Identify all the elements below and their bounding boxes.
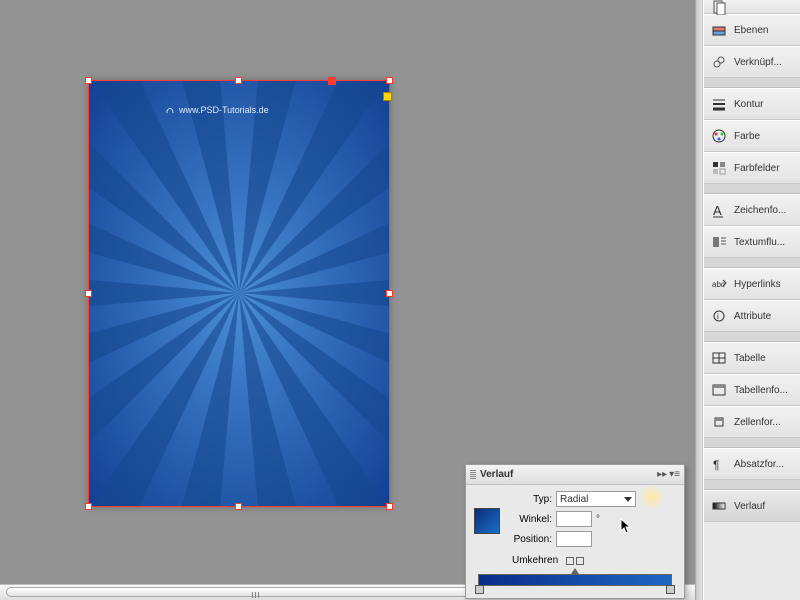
panel-tab-label: Farbfelder: [734, 163, 780, 174]
panel-separator: [704, 480, 800, 490]
svg-text:abc: abc: [712, 280, 725, 289]
panel-tab-hyperlink[interactable]: abc Hyperlinks: [704, 268, 800, 300]
svg-text:¶: ¶: [713, 458, 719, 472]
panel-tab-gradient[interactable]: Verlauf: [704, 490, 800, 522]
cursor-icon: [620, 518, 634, 536]
links-icon: [710, 53, 728, 71]
svg-text:i: i: [717, 312, 719, 321]
panel-tab-label: Textumflu...: [734, 237, 785, 248]
gradient-swatch[interactable]: [474, 508, 500, 534]
panel-tab-label: Zeichenfo...: [734, 205, 786, 216]
artboard[interactable]: [88, 80, 390, 507]
panel-tab-label: Verknüpf...: [734, 57, 782, 68]
type-label: Typ:: [504, 494, 552, 505]
panel-menu-icon[interactable]: ▾≡: [669, 469, 680, 480]
watermark-text: www.PSD-Tutorials.de: [179, 105, 269, 115]
panel-tab-tablestyle[interactable]: Tabellenfo...: [704, 374, 800, 406]
gradient-panel[interactable]: Verlauf ▸▸ ▾≡ Typ: Radial Winkel: °: [465, 464, 685, 599]
panel-tab-parastyle[interactable]: ¶ Absatzfor...: [704, 448, 800, 480]
layers-icon: [710, 21, 728, 39]
panel-tab-charstyle[interactable]: A Zeichenfo...: [704, 194, 800, 226]
attribute-icon: i: [710, 307, 728, 325]
anchor-point[interactable]: [328, 77, 336, 85]
panel-separator: [704, 184, 800, 194]
charstyle-icon: A: [710, 201, 728, 219]
chevron-down-icon: [624, 497, 632, 502]
dock-drag-strip[interactable]: [695, 0, 703, 600]
textwrap-icon: [710, 233, 728, 251]
panel-tab-label: Kontur: [734, 99, 763, 110]
panel-separator: [704, 258, 800, 268]
panel-tab-textwrap[interactable]: Textumflu...: [704, 226, 800, 258]
panel-tab-stroke[interactable]: Kontur: [704, 88, 800, 120]
panel-dock: Ebenen Verknüpf... Kontur Farbe Farbfelder A Z…: [695, 0, 800, 600]
hyperlink-icon: abc: [710, 275, 728, 293]
pages-icon: [710, 0, 728, 16]
panel-grip-icon[interactable]: [470, 470, 476, 480]
reverse-label: Umkehren: [512, 555, 558, 566]
swatches-icon: [710, 159, 728, 177]
panel-tab-label: Absatzfor...: [734, 459, 784, 470]
collapse-icon[interactable]: ▸▸: [657, 469, 667, 480]
gradient-icon: [710, 497, 728, 515]
watermark: www.PSD-Tutorials.de: [165, 105, 269, 115]
position-input[interactable]: [556, 531, 592, 547]
panel-tab-label: Tabellenfo...: [734, 385, 788, 396]
angle-label: Winkel:: [504, 514, 552, 525]
panel-tab-table[interactable]: Tabelle: [704, 342, 800, 374]
gradient-panel-title: Verlauf: [480, 469, 513, 480]
panel-tab-label: Zellenfor...: [734, 417, 781, 428]
reverse-gradient-button[interactable]: [566, 557, 584, 565]
panel-tab-label: Hyperlinks: [734, 279, 781, 290]
parastyle-icon: ¶: [710, 455, 728, 473]
gradient-stop[interactable]: [475, 585, 484, 594]
panel-tab-swatches[interactable]: Farbfelder: [704, 152, 800, 184]
panel-list: Ebenen Verknüpf... Kontur Farbe Farbfelder A Z…: [703, 0, 800, 600]
gradient-midpoint[interactable]: [571, 568, 579, 574]
color-icon: [710, 127, 728, 145]
table-icon: [710, 349, 728, 367]
panel-tab-label: Verlauf: [734, 501, 765, 512]
gradient-type-select[interactable]: Radial: [556, 491, 636, 507]
panel-tab-color[interactable]: Farbe: [704, 120, 800, 152]
gradient-ramp[interactable]: [478, 574, 672, 586]
panel-tab-links[interactable]: Verknüpf...: [704, 46, 800, 78]
cellstyle-icon: [710, 413, 728, 431]
panel-separator: [704, 438, 800, 448]
panel-tab-attribute[interactable]: i Attribute: [704, 300, 800, 332]
gradient-panel-header[interactable]: Verlauf ▸▸ ▾≡: [466, 465, 684, 485]
panel-tab-cellstyle[interactable]: Zellenfor...: [704, 406, 800, 438]
panel-tab-label: Farbe: [734, 131, 760, 142]
panel-tab-label: Attribute: [734, 311, 771, 322]
angle-input[interactable]: [556, 511, 592, 527]
gradient-stop[interactable]: [666, 585, 675, 594]
gradient-type-value: Radial: [560, 494, 588, 505]
panel-tab-pages[interactable]: [704, 0, 800, 14]
stroke-icon: [710, 95, 728, 113]
tablestyle-icon: [710, 381, 728, 399]
control-point[interactable]: [383, 92, 392, 101]
panel-separator: [704, 332, 800, 342]
scrollbar-thumb[interactable]: [6, 587, 496, 597]
angle-unit: °: [596, 514, 600, 525]
svg-text:A: A: [713, 203, 722, 218]
panel-tab-label: Ebenen: [734, 25, 768, 36]
panel-tab-label: Tabelle: [734, 353, 766, 364]
panel-separator: [704, 78, 800, 88]
position-label: Position:: [504, 534, 552, 545]
panel-tab-layers[interactable]: Ebenen: [704, 14, 800, 46]
